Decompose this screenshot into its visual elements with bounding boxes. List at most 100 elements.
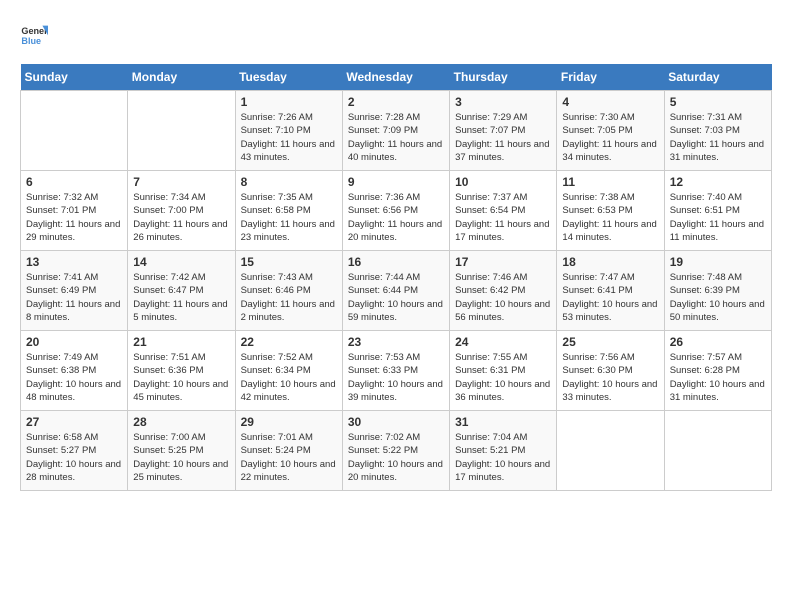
calendar-cell: 8 Sunrise: 7:35 AM Sunset: 6:58 PM Daylig… <box>235 171 342 251</box>
day-number: 6 <box>26 175 122 189</box>
day-number: 31 <box>455 415 551 429</box>
day-info: Sunrise: 7:44 AM Sunset: 6:44 PM Dayligh… <box>348 271 444 324</box>
day-info: Sunrise: 7:26 AM Sunset: 7:10 PM Dayligh… <box>241 111 337 164</box>
day-number: 3 <box>455 95 551 109</box>
day-info: Sunrise: 7:01 AM Sunset: 5:24 PM Dayligh… <box>241 431 337 484</box>
day-number: 20 <box>26 335 122 349</box>
day-number: 5 <box>670 95 766 109</box>
day-info: Sunrise: 7:49 AM Sunset: 6:38 PM Dayligh… <box>26 351 122 404</box>
day-number: 28 <box>133 415 229 429</box>
calendar-week-row: 20 Sunrise: 7:49 AM Sunset: 6:38 PM Dayli… <box>21 331 772 411</box>
day-info: Sunrise: 7:56 AM Sunset: 6:30 PM Dayligh… <box>562 351 658 404</box>
calendar-cell: 31 Sunrise: 7:04 AM Sunset: 5:21 PM Dayli… <box>450 411 557 491</box>
calendar-cell: 17 Sunrise: 7:46 AM Sunset: 6:42 PM Dayli… <box>450 251 557 331</box>
calendar-cell: 4 Sunrise: 7:30 AM Sunset: 7:05 PM Daylig… <box>557 91 664 171</box>
logo-icon: General Blue <box>20 20 48 48</box>
calendar-cell <box>557 411 664 491</box>
calendar-cell: 15 Sunrise: 7:43 AM Sunset: 6:46 PM Dayli… <box>235 251 342 331</box>
day-info: Sunrise: 7:48 AM Sunset: 6:39 PM Dayligh… <box>670 271 766 324</box>
day-number: 16 <box>348 255 444 269</box>
day-info: Sunrise: 7:30 AM Sunset: 7:05 PM Dayligh… <box>562 111 658 164</box>
weekday-header-tuesday: Tuesday <box>235 64 342 91</box>
calendar-cell: 10 Sunrise: 7:37 AM Sunset: 6:54 PM Dayli… <box>450 171 557 251</box>
day-info: Sunrise: 7:57 AM Sunset: 6:28 PM Dayligh… <box>670 351 766 404</box>
calendar-cell: 6Sunrise: 7:32 AM Sunset: 7:01 PM Daylig… <box>21 171 128 251</box>
day-number: 19 <box>670 255 766 269</box>
calendar-week-row: 1 Sunrise: 7:26 AM Sunset: 7:10 PM Daylig… <box>21 91 772 171</box>
day-number: 9 <box>348 175 444 189</box>
calendar-cell: 13 Sunrise: 7:41 AM Sunset: 6:49 PM Dayli… <box>21 251 128 331</box>
day-number: 25 <box>562 335 658 349</box>
day-info: Sunrise: 7:40 AM Sunset: 6:51 PM Dayligh… <box>670 191 766 244</box>
logo: General Blue <box>20 20 48 48</box>
day-number: 14 <box>133 255 229 269</box>
day-info: Sunrise: 7:52 AM Sunset: 6:34 PM Dayligh… <box>241 351 337 404</box>
day-info: Sunrise: 7:35 AM Sunset: 6:58 PM Dayligh… <box>241 191 337 244</box>
day-info: Sunrise: 7:28 AM Sunset: 7:09 PM Dayligh… <box>348 111 444 164</box>
day-number: 12 <box>670 175 766 189</box>
calendar-cell <box>21 91 128 171</box>
svg-text:Blue: Blue <box>21 36 41 46</box>
day-number: 22 <box>241 335 337 349</box>
calendar-table: SundayMondayTuesdayWednesdayThursdayFrid… <box>20 64 772 491</box>
calendar-cell: 23 Sunrise: 7:53 AM Sunset: 6:33 PM Dayli… <box>342 331 449 411</box>
day-number: 18 <box>562 255 658 269</box>
day-info: Sunrise: 7:37 AM Sunset: 6:54 PM Dayligh… <box>455 191 551 244</box>
weekday-header-thursday: Thursday <box>450 64 557 91</box>
calendar-cell: 5 Sunrise: 7:31 AM Sunset: 7:03 PM Daylig… <box>664 91 771 171</box>
calendar-cell: 25 Sunrise: 7:56 AM Sunset: 6:30 PM Dayli… <box>557 331 664 411</box>
calendar-body: 1 Sunrise: 7:26 AM Sunset: 7:10 PM Daylig… <box>21 91 772 491</box>
calendar-cell: 9 Sunrise: 7:36 AM Sunset: 6:56 PM Daylig… <box>342 171 449 251</box>
day-number: 23 <box>348 335 444 349</box>
day-number: 1 <box>241 95 337 109</box>
day-info: Sunrise: 7:47 AM Sunset: 6:41 PM Dayligh… <box>562 271 658 324</box>
day-number: 8 <box>241 175 337 189</box>
calendar-cell: 20 Sunrise: 7:49 AM Sunset: 6:38 PM Dayli… <box>21 331 128 411</box>
calendar-cell: 1 Sunrise: 7:26 AM Sunset: 7:10 PM Daylig… <box>235 91 342 171</box>
day-info: Sunrise: 7:00 AM Sunset: 5:25 PM Dayligh… <box>133 431 229 484</box>
calendar-cell: 22 Sunrise: 7:52 AM Sunset: 6:34 PM Dayli… <box>235 331 342 411</box>
calendar-cell <box>128 91 235 171</box>
calendar-cell: 2 Sunrise: 7:28 AM Sunset: 7:09 PM Daylig… <box>342 91 449 171</box>
day-info: Sunrise: 7:53 AM Sunset: 6:33 PM Dayligh… <box>348 351 444 404</box>
day-info: Sunrise: 7:55 AM Sunset: 6:31 PM Dayligh… <box>455 351 551 404</box>
calendar-week-row: 13 Sunrise: 7:41 AM Sunset: 6:49 PM Dayli… <box>21 251 772 331</box>
day-number: 2 <box>348 95 444 109</box>
calendar-cell: 30Sunrise: 7:02 AM Sunset: 5:22 PM Dayli… <box>342 411 449 491</box>
day-number: 13 <box>26 255 122 269</box>
calendar-cell: 21Sunrise: 7:51 AM Sunset: 6:36 PM Dayli… <box>128 331 235 411</box>
day-number: 26 <box>670 335 766 349</box>
day-info: Sunrise: 7:42 AM Sunset: 6:47 PM Dayligh… <box>133 271 229 324</box>
calendar-header: SundayMondayTuesdayWednesdayThursdayFrid… <box>21 64 772 91</box>
day-info: Sunrise: 7:02 AM Sunset: 5:22 PM Dayligh… <box>348 431 444 484</box>
day-info: Sunrise: 7:31 AM Sunset: 7:03 PM Dayligh… <box>670 111 766 164</box>
day-number: 7 <box>133 175 229 189</box>
day-info: Sunrise: 7:43 AM Sunset: 6:46 PM Dayligh… <box>241 271 337 324</box>
day-number: 24 <box>455 335 551 349</box>
calendar-cell: 28 Sunrise: 7:00 AM Sunset: 5:25 PM Dayli… <box>128 411 235 491</box>
day-info: Sunrise: 7:04 AM Sunset: 5:21 PM Dayligh… <box>455 431 551 484</box>
day-number: 10 <box>455 175 551 189</box>
weekday-header-wednesday: Wednesday <box>342 64 449 91</box>
day-number: 15 <box>241 255 337 269</box>
calendar-cell: 11 Sunrise: 7:38 AM Sunset: 6:53 PM Dayli… <box>557 171 664 251</box>
calendar-cell: 7 Sunrise: 7:34 AM Sunset: 7:00 PM Daylig… <box>128 171 235 251</box>
day-info: Sunrise: 7:36 AM Sunset: 6:56 PM Dayligh… <box>348 191 444 244</box>
day-info: Sunrise: 7:51 AM Sunset: 6:36 PM Dayligh… <box>133 351 229 404</box>
calendar-cell: 27Sunrise: 6:58 AM Sunset: 5:27 PM Dayli… <box>21 411 128 491</box>
page-header: General Blue <box>20 20 772 48</box>
day-number: 4 <box>562 95 658 109</box>
day-number: 11 <box>562 175 658 189</box>
day-info: Sunrise: 7:38 AM Sunset: 6:53 PM Dayligh… <box>562 191 658 244</box>
day-number: 17 <box>455 255 551 269</box>
calendar-week-row: 27Sunrise: 6:58 AM Sunset: 5:27 PM Dayli… <box>21 411 772 491</box>
calendar-cell <box>664 411 771 491</box>
day-info: Sunrise: 7:41 AM Sunset: 6:49 PM Dayligh… <box>26 271 122 324</box>
day-info: Sunrise: 7:34 AM Sunset: 7:00 PM Dayligh… <box>133 191 229 244</box>
calendar-cell: 19 Sunrise: 7:48 AM Sunset: 6:39 PM Dayli… <box>664 251 771 331</box>
day-number: 27 <box>26 415 122 429</box>
calendar-cell: 26 Sunrise: 7:57 AM Sunset: 6:28 PM Dayli… <box>664 331 771 411</box>
weekday-header-monday: Monday <box>128 64 235 91</box>
calendar-cell: 14 Sunrise: 7:42 AM Sunset: 6:47 PM Dayli… <box>128 251 235 331</box>
day-info: Sunrise: 7:46 AM Sunset: 6:42 PM Dayligh… <box>455 271 551 324</box>
